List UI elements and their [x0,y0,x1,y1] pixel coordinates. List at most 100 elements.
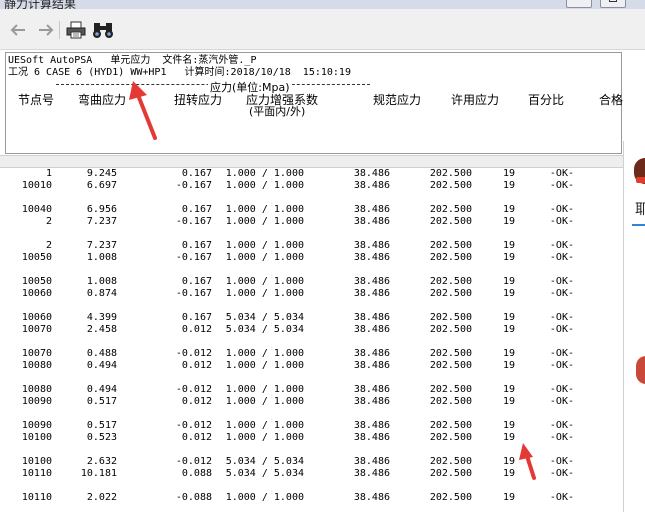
allowable-cell: 202.500 [429,468,472,479]
percent-cell: 19 [502,420,515,431]
table-row: 10080 0.494 -0.012 1.000 / 1.000 38.486 202.5… [5,384,622,396]
code-stress-cell: 38.486 [353,216,390,227]
node-cell: 10090 [21,396,52,407]
bending-cell: 4.399 [86,312,117,323]
allowable-cell: 202.500 [429,432,472,443]
torsion-cell: -0.167 [175,216,212,227]
maximize-button[interactable] [600,0,626,8]
bending-cell: 7.237 [86,240,117,251]
table-row: 10040 6.956 0.167 1.000 / 1.000 38.486 202.50… [5,204,622,216]
percent-cell: 19 [502,468,515,479]
torsion-cell: 0.167 [181,276,212,287]
forward-button[interactable] [35,19,57,41]
percent-cell: 19 [502,180,515,191]
percent-cell: 19 [502,168,515,179]
node-cell: 10070 [21,324,52,335]
allowable-cell: 202.500 [429,492,472,503]
torsion-cell: 0.088 [181,468,212,479]
torsion-cell: -0.167 [175,252,212,263]
col-node: 节点号 [18,93,55,107]
find-button[interactable] [92,19,114,41]
col-torsion: 扭转应力 [174,93,223,107]
bending-cell: 0.517 [86,420,117,431]
torsion-cell: -0.012 [175,456,212,467]
bending-cell: 1.008 [86,252,117,263]
sif-cell: 1.000 / 1.000 [225,180,304,191]
bending-cell: 2.458 [86,324,117,335]
code-stress-cell: 38.486 [353,324,390,335]
percent-cell: 19 [502,276,515,287]
col-sif-sub: (平面内/外) [249,105,306,118]
col-status: 合格 [599,93,624,107]
code-stress-cell: 38.486 [353,360,390,371]
sif-cell: 1.000 / 1.000 [225,360,304,371]
allowable-cell: 202.500 [429,456,472,467]
bending-cell: 1.008 [86,276,117,287]
sif-cell: 1.000 / 1.000 [225,168,304,179]
sif-cell: 1.000 / 1.000 [225,432,304,443]
window-title: 静力计算结果 [4,0,77,9]
percent-cell: 19 [502,396,515,407]
percent-cell: 19 [502,204,515,215]
avatar[interactable] [636,356,645,384]
percent-cell: 19 [502,384,515,395]
torsion-cell: -0.167 [175,180,212,191]
back-button[interactable] [7,19,29,41]
code-stress-cell: 38.486 [353,456,390,467]
splitter[interactable] [0,155,623,168]
node-cell: 10060 [21,288,52,299]
sif-cell: 5.034 / 5.034 [225,468,304,479]
allowable-cell: 202.500 [429,180,472,191]
code-stress-cell: 38.486 [353,396,390,407]
torsion-cell: 0.012 [181,324,212,335]
node-cell: 10090 [21,420,52,431]
status-cell: -OK- [549,360,574,371]
sif-cell: 5.034 / 5.034 [225,312,304,323]
torsion-cell: -0.012 [175,420,212,431]
minimize-button[interactable] [566,0,592,8]
node-cell: 10080 [21,360,52,371]
status-cell: -OK- [549,492,574,503]
torsion-cell: -0.012 [175,384,212,395]
row-group: 1 9.245 0.167 1.000 / 1.000 38.486 202.500 19 -… [5,168,622,204]
torsion-cell: 0.167 [181,204,212,215]
bending-cell: 6.956 [86,204,117,215]
node-cell: 10110 [21,492,52,503]
side-tab-label[interactable]: 耶 [635,199,645,219]
allowable-cell: 202.500 [429,384,472,395]
bending-cell: 7.237 [86,216,117,227]
code-stress-cell: 38.486 [353,288,390,299]
status-cell: -OK- [549,276,574,287]
code-stress-cell: 38.486 [353,348,390,359]
code-stress-cell: 38.486 [353,240,390,251]
title-bar: 静力计算结果 [0,0,645,9]
percent-cell: 19 [502,252,515,263]
torsion-cell: 0.012 [181,360,212,371]
percent-cell: 19 [502,216,515,227]
table-row: 10110 2.022 -0.088 1.000 / 1.000 38.486 202.5… [5,492,622,504]
binoculars-icon [93,23,113,38]
row-group: 10050 1.008 0.167 1.000 / 1.000 38.486 202.50… [5,276,622,312]
bending-cell: 0.874 [86,288,117,299]
allowable-cell: 202.500 [429,276,472,287]
allowable-cell: 202.500 [429,252,472,263]
toolbar-separator [59,21,60,39]
row-group: 10060 4.399 0.167 5.034 / 5.034 38.486 202.50… [5,312,622,348]
status-cell: -OK- [549,468,574,479]
node-cell: 10080 [21,384,52,395]
code-stress-cell: 38.486 [353,204,390,215]
percent-cell: 19 [502,492,515,503]
status-cell: -OK- [549,384,574,395]
percent-cell: 19 [502,240,515,251]
code-stress-cell: 38.486 [353,492,390,503]
print-button[interactable] [65,19,87,41]
row-group: 10110 2.022 -0.088 1.000 / 1.000 38.486 202.5… [5,492,622,512]
report-header: UESoft AutoPSA 单元应力 文件名:蒸汽外管._P 工况 6 CAS… [5,52,624,154]
allowable-cell: 202.500 [429,312,472,323]
code-stress-cell: 38.486 [353,180,390,191]
code-stress-cell: 38.486 [353,276,390,287]
status-cell: -OK- [549,324,574,335]
allowable-cell: 202.500 [429,288,472,299]
torsion-cell: 0.012 [181,432,212,443]
node-cell: 10010 [21,180,52,191]
